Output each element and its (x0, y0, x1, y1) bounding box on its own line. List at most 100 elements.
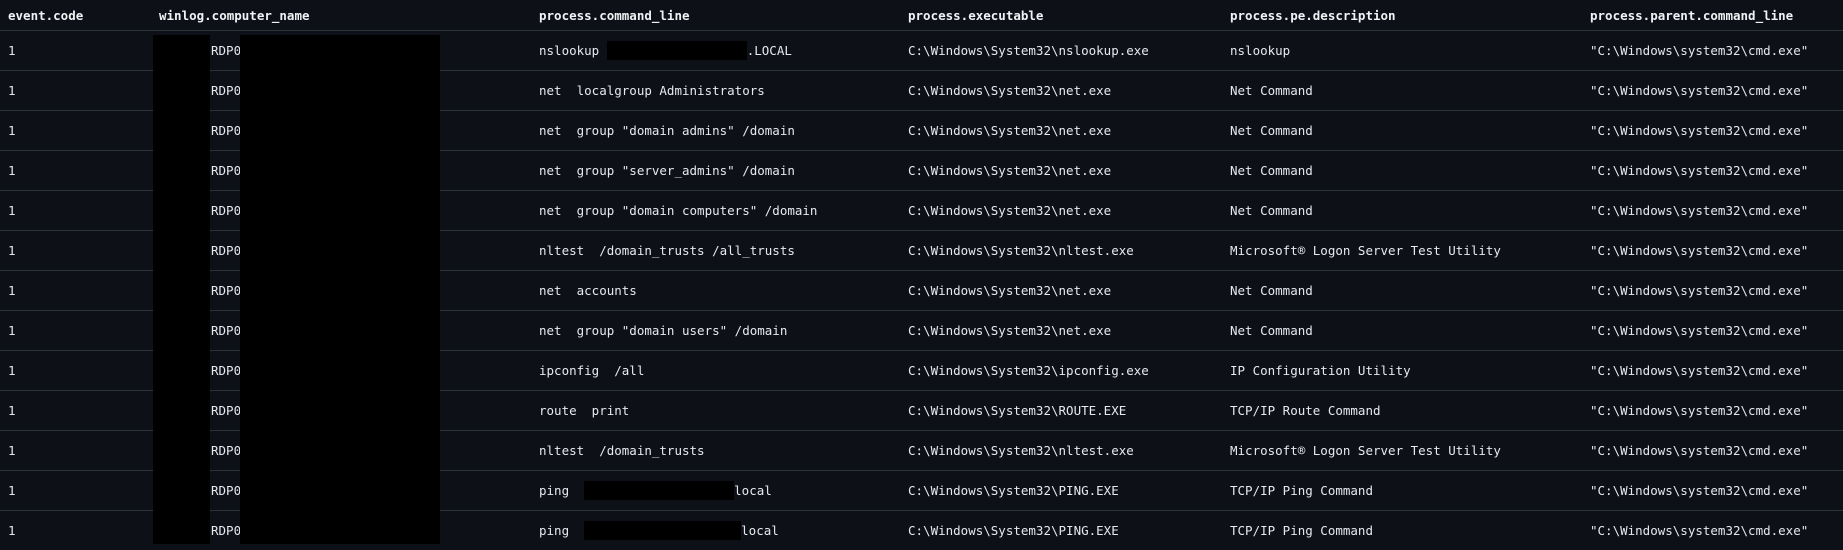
event-code-cell: 1 (8, 123, 16, 138)
command-line-value: net group "server_admins" /domain (539, 151, 795, 190)
command-line-cell: ping local (539, 511, 779, 550)
executable-cell: C:\Windows\System32\net.exe (908, 83, 1112, 98)
parent-command-line-cell: "C:\Windows\system32\cmd.exe" (1590, 403, 1809, 418)
description-cell: nslookup (1230, 43, 1291, 58)
command-line-cell: net group "domain computers" /domain (539, 191, 817, 230)
description-cell: Net Command (1230, 323, 1313, 338)
redaction-block (584, 521, 742, 540)
computer-name-text: RDP0 (211, 523, 242, 538)
description-cell: IP Configuration Utility (1230, 363, 1411, 378)
table-header: event.code winlog.computer_name process.… (0, 0, 1843, 31)
command-line-suffix: local (741, 523, 779, 538)
computer-name-text: RDP0 (211, 123, 242, 138)
command-line-text: nslookup (539, 43, 607, 58)
command-line-value: net group "domain users" /domain (539, 311, 787, 350)
executable-cell: C:\Windows\System32\ROUTE.EXE (908, 403, 1127, 418)
command-line-text: nltest /domain_trusts /all_trusts (539, 243, 795, 258)
redaction-block (240, 35, 440, 544)
description-cell: Net Command (1230, 123, 1313, 138)
computer-name-text: RDP0 (211, 203, 242, 218)
parent-command-line-cell: "C:\Windows\system32\cmd.exe" (1590, 363, 1809, 378)
executable-cell: C:\Windows\System32\net.exe (908, 163, 1112, 178)
description-cell: Net Command (1230, 203, 1313, 218)
command-line-cell: nslookup .LOCAL (539, 31, 792, 70)
parent-command-line-cell: "C:\Windows\system32\cmd.exe" (1590, 203, 1809, 218)
command-line-cell: net group "domain admins" /domain (539, 111, 795, 150)
command-line-suffix: local (734, 483, 772, 498)
command-line-value: nltest /domain_trusts (539, 431, 705, 470)
parent-command-line-cell: "C:\Windows\system32\cmd.exe" (1590, 443, 1809, 458)
command-line-text: ipconfig /all (539, 363, 645, 378)
description-cell: TCP/IP Ping Command (1230, 483, 1373, 498)
executable-cell: C:\Windows\System32\net.exe (908, 203, 1112, 218)
command-line-text: net group "domain admins" /domain (539, 123, 795, 138)
redaction-block (606, 41, 747, 60)
event-code-cell: 1 (8, 203, 16, 218)
parent-command-line-cell: "C:\Windows\system32\cmd.exe" (1590, 323, 1809, 338)
command-line-text: net accounts (539, 283, 637, 298)
column-header-executable[interactable]: process.executable (908, 0, 1043, 30)
column-header-parent-command-line[interactable]: process.parent.command_line (1590, 0, 1793, 30)
executable-cell: C:\Windows\System32\nslookup.exe (908, 43, 1149, 58)
command-line-cell: net localgroup Administrators (539, 71, 765, 110)
executable-cell: C:\Windows\System32\PING.EXE (908, 523, 1119, 538)
command-line-value: net localgroup Administrators (539, 71, 765, 110)
command-line-cell: net accounts (539, 271, 637, 310)
computer-name-text: RDP0 (211, 163, 242, 178)
column-header-computer-name[interactable]: winlog.computer_name (159, 0, 310, 30)
column-header-pe-description[interactable]: process.pe.description (1230, 0, 1396, 30)
column-header-event-code[interactable]: event.code (8, 0, 83, 30)
event-code-cell: 1 (8, 243, 16, 258)
command-line-text: net group "server_admins" /domain (539, 163, 795, 178)
command-line-cell: ipconfig /all (539, 351, 644, 390)
command-line-value: ping local (539, 471, 772, 510)
executable-cell: C:\Windows\System32\net.exe (908, 323, 1112, 338)
description-cell: Net Command (1230, 83, 1313, 98)
parent-command-line-cell: "C:\Windows\system32\cmd.exe" (1590, 83, 1809, 98)
event-code-cell: 1 (8, 483, 16, 498)
command-line-cell: net group "server_admins" /domain (539, 151, 795, 190)
computer-name-text: RDP0 (211, 243, 242, 258)
command-line-cell: net group "domain users" /domain (539, 311, 787, 350)
computer-name-text: RDP0 (211, 403, 242, 418)
computer-name-text: RDP0 (211, 43, 242, 58)
description-cell: Microsoft® Logon Server Test Utility (1230, 243, 1501, 258)
command-line-value: ping local (539, 511, 779, 550)
command-line-value: net group "domain computers" /domain (539, 191, 817, 230)
parent-command-line-cell: "C:\Windows\system32\cmd.exe" (1590, 523, 1809, 538)
parent-command-line-cell: "C:\Windows\system32\cmd.exe" (1590, 243, 1809, 258)
event-code-cell: 1 (8, 163, 16, 178)
description-cell: Net Command (1230, 283, 1313, 298)
parent-command-line-cell: "C:\Windows\system32\cmd.exe" (1590, 483, 1809, 498)
command-line-value: ipconfig /all (539, 351, 644, 390)
executable-cell: C:\Windows\System32\ipconfig.exe (908, 363, 1149, 378)
parent-command-line-cell: "C:\Windows\system32\cmd.exe" (1590, 283, 1809, 298)
redaction-block (584, 481, 735, 500)
command-line-cell: ping local (539, 471, 772, 510)
command-line-text: ping (539, 483, 585, 498)
parent-command-line-cell: "C:\Windows\system32\cmd.exe" (1590, 123, 1809, 138)
event-code-cell: 1 (8, 523, 16, 538)
parent-command-line-cell: "C:\Windows\system32\cmd.exe" (1590, 163, 1809, 178)
command-line-value: net group "domain admins" /domain (539, 111, 795, 150)
event-code-cell: 1 (8, 83, 16, 98)
command-line-text: ping (539, 523, 585, 538)
description-cell: Net Command (1230, 163, 1313, 178)
executable-cell: C:\Windows\System32\net.exe (908, 283, 1112, 298)
computer-name-text: RDP0 (211, 443, 242, 458)
event-code-cell: 1 (8, 363, 16, 378)
command-line-value: nltest /domain_trusts /all_trusts (539, 231, 795, 270)
column-header-command-line[interactable]: process.command_line (539, 0, 690, 30)
command-line-text: nltest /domain_trusts (539, 443, 705, 458)
command-line-text: net group "domain users" /domain (539, 323, 788, 338)
executable-cell: C:\Windows\System32\nltest.exe (908, 443, 1134, 458)
computer-name-text: RDP0 (211, 323, 242, 338)
event-code-cell: 1 (8, 283, 16, 298)
event-code-cell: 1 (8, 43, 16, 58)
command-line-text: route print (539, 403, 630, 418)
command-line-text: net group "domain computers" /domain (539, 203, 818, 218)
event-code-cell: 1 (8, 323, 16, 338)
description-cell: TCP/IP Route Command (1230, 403, 1381, 418)
command-line-text: net localgroup Administrators (539, 83, 765, 98)
computer-name-text: RDP0 (211, 83, 242, 98)
